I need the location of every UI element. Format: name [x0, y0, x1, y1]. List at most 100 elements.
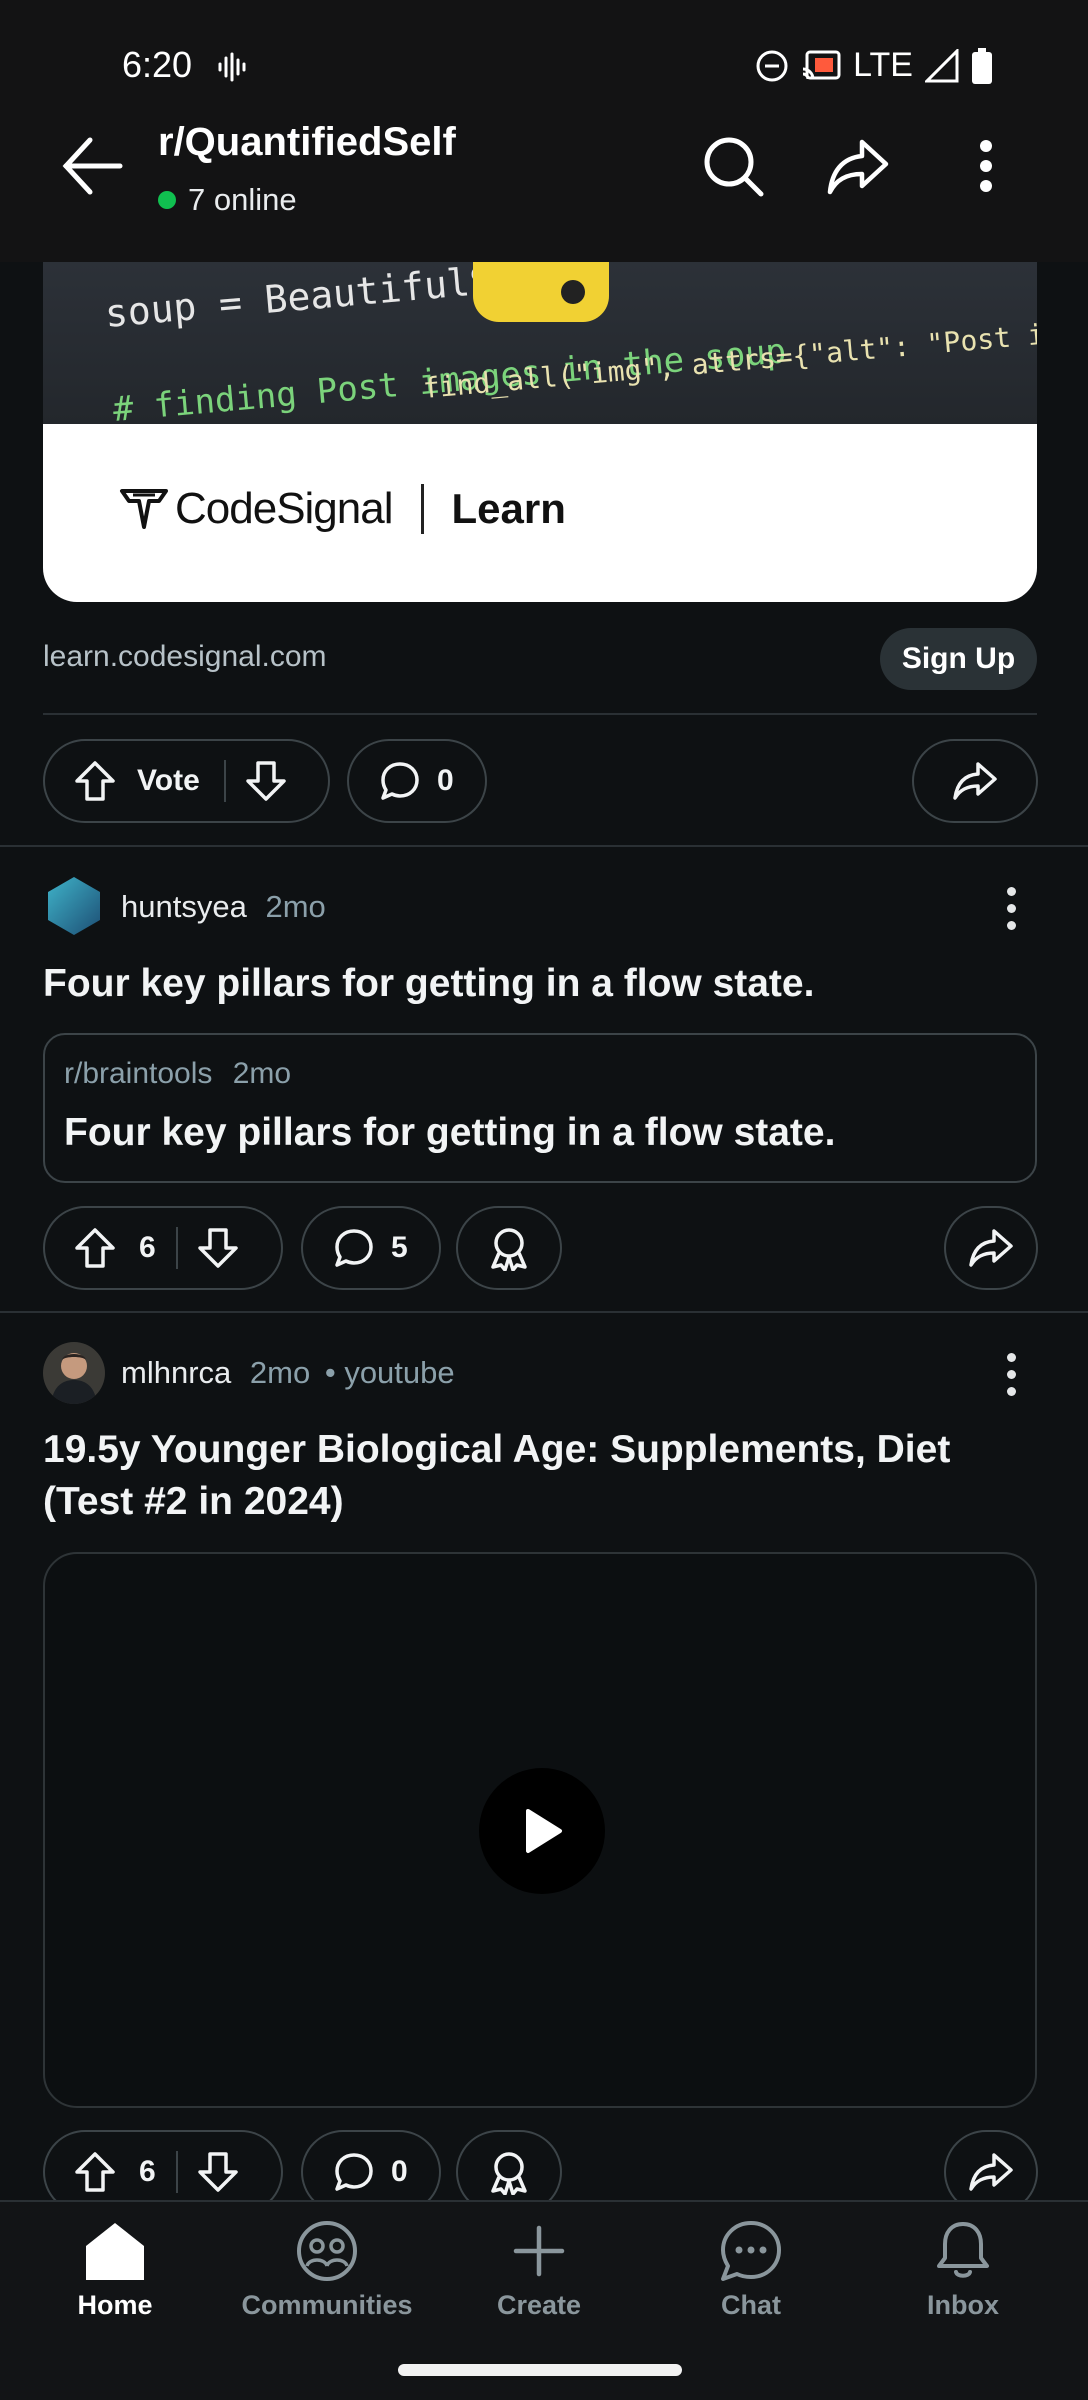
- comment-icon: [335, 2153, 373, 2191]
- award-icon: [491, 1228, 527, 1271]
- ad-logo-divider: [420, 484, 424, 534]
- post-author[interactable]: huntsyea 2mo: [121, 889, 326, 925]
- ad-product: Learn: [451, 485, 566, 532]
- post-comments-button[interactable]: 5: [301, 1206, 441, 1290]
- author-name[interactable]: mlhnrca: [121, 1355, 231, 1390]
- meta-separator: •: [324, 1355, 336, 1390]
- video-player[interactable]: [43, 1552, 1037, 2108]
- search-button[interactable]: [695, 128, 771, 204]
- post-title-line-1: 19.5y Younger Biological Age: Supplement…: [43, 1428, 951, 1471]
- battery-icon: [971, 47, 993, 84]
- share-icon: [969, 1229, 1013, 1267]
- post-divider: [0, 845, 1088, 847]
- post-title[interactable]: Four key pillars for getting in a flow s…: [43, 958, 814, 1010]
- network-label: LTE: [853, 46, 913, 84]
- ad-domain-link[interactable]: learn.codesignal.com: [43, 640, 327, 674]
- python-logo-shape: [473, 262, 609, 322]
- vote-count: 6: [139, 2155, 156, 2188]
- status-time: 6:20: [122, 44, 193, 85]
- online-dot: [158, 191, 176, 209]
- comment-icon: [381, 762, 419, 800]
- comment-count: 0: [391, 2155, 408, 2188]
- ad-brand: CodeSignal: [175, 484, 393, 533]
- crosspost-age: 2mo: [232, 1057, 292, 1090]
- comment-count: 5: [391, 1231, 408, 1264]
- signal-icon: [925, 48, 959, 83]
- ad-logo: CodeSignal Learn: [119, 484, 566, 534]
- award-button[interactable]: [456, 1206, 562, 1290]
- more-options-button[interactable]: [948, 128, 1024, 204]
- upvote-icon[interactable]: [73, 759, 117, 803]
- chat-icon: [721, 2221, 781, 2281]
- ad-comments-button[interactable]: 0: [347, 739, 487, 823]
- nav-label-home: Home: [77, 2290, 153, 2320]
- nav-label-create: Create: [496, 2290, 582, 2320]
- award-icon: [491, 2152, 527, 2195]
- crosspost-subreddit[interactable]: r/braintools: [64, 1057, 212, 1090]
- post-age: 2mo: [249, 1355, 311, 1390]
- post-divider: [0, 1311, 1088, 1313]
- comment-icon: [335, 1229, 373, 1267]
- play-icon: [526, 1809, 562, 1853]
- upvote-icon[interactable]: [73, 1226, 117, 1270]
- share-icon: [953, 762, 997, 800]
- cast-icon: [801, 49, 841, 83]
- share-button[interactable]: [820, 128, 896, 204]
- sign-up-button[interactable]: Sign Up: [880, 628, 1037, 690]
- post-source: youtube: [344, 1355, 455, 1390]
- post-age: 2mo: [265, 889, 326, 924]
- avatar[interactable]: [43, 1342, 105, 1404]
- share-icon: [827, 139, 889, 195]
- post-options-button[interactable]: [991, 1344, 1031, 1404]
- post-share-button[interactable]: [944, 1206, 1038, 1290]
- post-title-line-2: (Test #2 in 2024): [43, 1480, 344, 1523]
- top-bar: 6:20 LTE r/QuantifiedSelf 7 online: [0, 0, 1088, 262]
- ad-code-banner: soup = BeautifulS # finding Post images …: [43, 262, 1037, 424]
- upvote-icon[interactable]: [73, 2150, 117, 2194]
- nav-chat[interactable]: Chat: [656, 2220, 846, 2340]
- nav-create[interactable]: Create: [444, 2220, 634, 2340]
- online-label: 7 online: [188, 182, 297, 217]
- downvote-icon[interactable]: [196, 2150, 240, 2194]
- ad-image[interactable]: soup = BeautifulS # finding Post images …: [43, 262, 1037, 602]
- codesignal-logo-icon: [120, 489, 168, 529]
- nav-communities[interactable]: Communities: [232, 2220, 422, 2340]
- home-icon: [86, 2223, 144, 2280]
- vote-count: 6: [139, 1231, 156, 1264]
- arrow-left-icon: [62, 137, 123, 195]
- dnd-icon: [755, 49, 789, 83]
- vibrate-icon: [216, 52, 246, 82]
- downvote-icon[interactable]: [244, 759, 288, 803]
- ad-divider: [43, 713, 1037, 715]
- nav-inbox[interactable]: Inbox: [868, 2220, 1058, 2340]
- communities-icon: [297, 2221, 357, 2281]
- ad-code-line-1: soup = BeautifulS: [103, 262, 495, 336]
- online-count: 7 online: [158, 182, 297, 218]
- ad-share-button[interactable]: [912, 739, 1038, 823]
- post-title[interactable]: 19.5y Younger Biological Age: Supplement…: [43, 1424, 950, 1528]
- gesture-home-bar[interactable]: [398, 2364, 682, 2376]
- author-name[interactable]: huntsyea: [121, 889, 247, 924]
- bell-icon: [937, 2222, 989, 2278]
- plus-icon: [513, 2225, 565, 2277]
- back-button[interactable]: [58, 130, 130, 202]
- search-icon: [704, 137, 764, 197]
- crosspost-card[interactable]: r/braintools 2mo Four key pillars for ge…: [43, 1033, 1037, 1183]
- post-vote-bar: 6: [43, 1206, 283, 1290]
- comment-count: 0: [437, 764, 454, 797]
- crosspost-meta: r/braintools 2mo: [64, 1057, 291, 1091]
- vote-label: Vote: [137, 764, 200, 797]
- kebab-icon: [980, 140, 992, 192]
- play-button[interactable]: [479, 1768, 605, 1894]
- subreddit-name[interactable]: r/QuantifiedSelf: [158, 120, 456, 165]
- ad-vote-bar: Vote: [43, 739, 330, 823]
- post-options-button[interactable]: [991, 878, 1031, 938]
- nav-home[interactable]: Home: [20, 2220, 210, 2340]
- downvote-icon[interactable]: [196, 1226, 240, 1270]
- avatar[interactable]: [43, 875, 105, 937]
- nav-label-inbox: Inbox: [927, 2290, 999, 2320]
- nav-label-chat: Chat: [721, 2290, 781, 2320]
- nav-label-communities: Communities: [241, 2290, 413, 2320]
- post-author[interactable]: mlhnrca 2mo • youtube: [121, 1355, 455, 1391]
- share-icon: [969, 2153, 1013, 2191]
